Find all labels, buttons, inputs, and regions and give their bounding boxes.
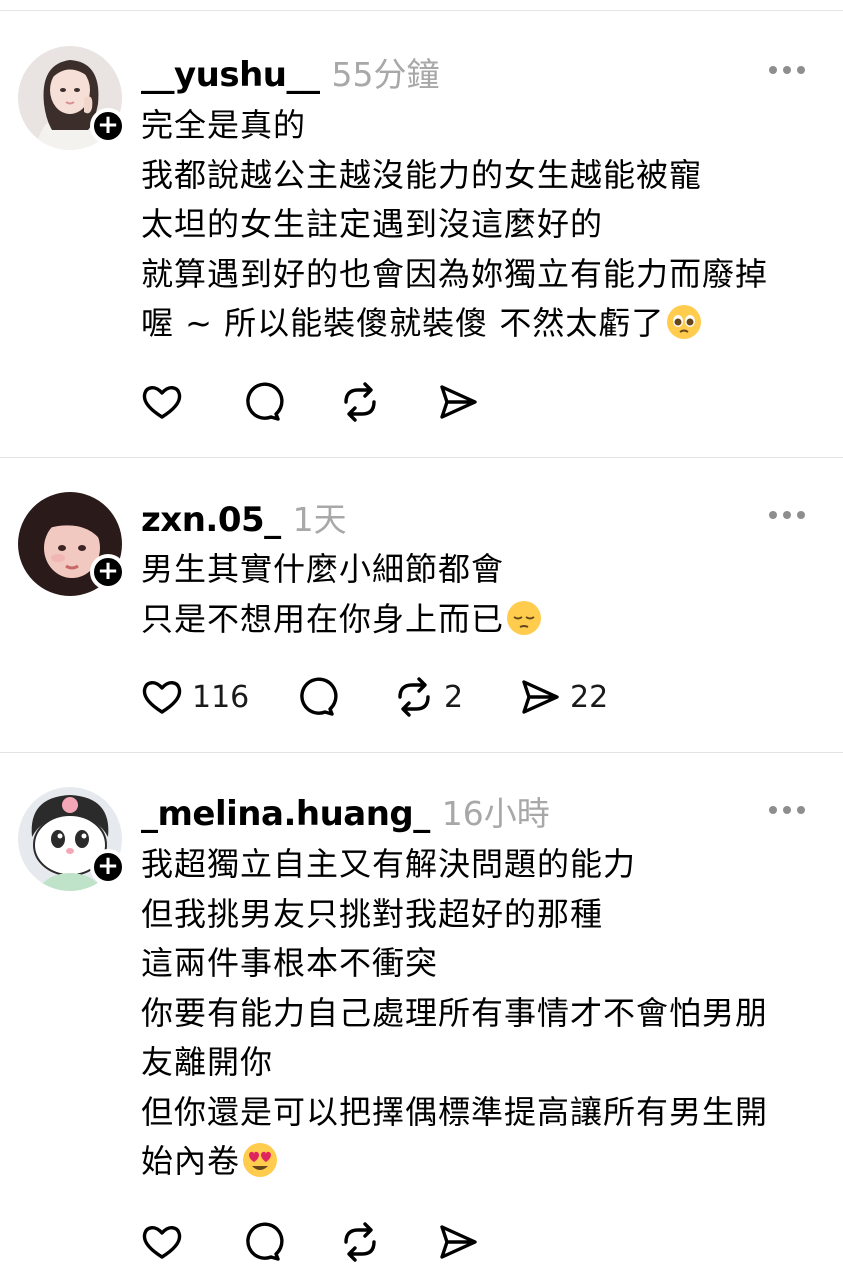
reply-button[interactable] [294, 673, 338, 721]
username[interactable]: zxn.05_ [141, 500, 281, 540]
text-line: 喔 ~ 所以能裝傻就裝傻 不然太虧了 [141, 304, 665, 342]
timestamp: 55分鐘 [331, 55, 440, 94]
text-line: 太坦的女生註定遇到沒這麼好的 [141, 205, 604, 243]
pleading-face-emoji [666, 304, 702, 355]
text-line: 這兩件事根本不衝突 [141, 944, 439, 982]
repost-button[interactable] [338, 378, 382, 426]
more-options-icon[interactable] [769, 510, 805, 520]
text-line: 你要有能力自己處理所有事情才不會怕男朋 [141, 993, 769, 1032]
share-count: 22 [570, 679, 609, 715]
share-button[interactable] [436, 1218, 480, 1266]
heart-icon [142, 681, 182, 714]
post-text: 完全是真的 我都說越公主越沒能力的女生越能被寵 太坦的女生註定遇到沒這麼好的 就… [141, 101, 821, 355]
top-divider [0, 0, 843, 11]
comment-bubble-icon [246, 1222, 284, 1261]
send-icon [522, 680, 559, 714]
pensive-face-emoji [506, 600, 542, 651]
like-button[interactable]: 116 [140, 673, 249, 721]
repost-button[interactable] [338, 1218, 382, 1266]
heart-icon [142, 1226, 182, 1259]
text-line: 完全是真的 [141, 106, 307, 144]
like-count: 116 [192, 679, 250, 715]
timestamp: 1天 [292, 500, 347, 539]
share-button[interactable] [436, 378, 480, 426]
comment-bubble-icon [300, 677, 338, 716]
text-line: 只是不想用在你身上而已 [141, 599, 505, 638]
post-header: _melina.huang_ 16小時 [141, 787, 550, 834]
text-line-with-emoji: 喔 ~ 所以能裝傻就裝傻 不然太虧了 [141, 299, 821, 355]
repost-count: 2 [444, 679, 464, 715]
comment-bubble-icon [246, 382, 284, 421]
follow-plus-icon[interactable]: + [90, 554, 126, 590]
like-button[interactable] [140, 1218, 184, 1266]
post-header: zxn.05_ 1天 [141, 493, 347, 540]
repost-icon [344, 1222, 376, 1262]
avatar-zxn[interactable]: + [18, 492, 126, 600]
text-line: 但你還是可以把擇偶標準提高讓所有男生開 [141, 1092, 769, 1131]
like-button[interactable] [140, 378, 184, 426]
send-icon [440, 1225, 477, 1259]
repost-button[interactable]: 2 [392, 673, 463, 721]
post-divider [0, 752, 843, 753]
text-line-with-emoji: 只是不想用在你身上而已 [141, 595, 821, 651]
username[interactable]: _melina.huang_ [141, 794, 430, 834]
post-header: __yushu__ 55分鐘 [141, 48, 440, 95]
post-text: 男生其實什麼小細節都會 只是不想用在你身上而已 [141, 545, 821, 650]
text-line: 始內卷 [141, 1142, 241, 1180]
reply-button[interactable] [240, 378, 284, 426]
share-button[interactable]: 22 [518, 673, 608, 721]
text-line: 我都說越公主越沒能力的女生越能被寵 [141, 155, 703, 194]
follow-plus-icon[interactable]: + [90, 108, 126, 144]
heart-icon [142, 386, 182, 419]
avatar-yushu[interactable]: + [18, 46, 126, 154]
repost-icon [398, 677, 430, 717]
post-divider [0, 457, 843, 458]
text-line: 但我挑男友只挑對我超好的那種 [141, 894, 604, 933]
follow-plus-icon[interactable]: + [90, 849, 126, 885]
username[interactable]: __yushu__ [141, 55, 320, 95]
post-text: 我超獨立自主又有解決問題的能力 但我挑男友只挑對我超好的那種 這兩件事根本不衝突… [141, 840, 821, 1193]
heart-eyes-emoji [242, 1142, 278, 1193]
timestamp: 16小時 [441, 794, 550, 833]
avatar-melina[interactable]: + [18, 787, 126, 895]
repost-icon [344, 382, 376, 422]
text-line: 男生其實什麼小細節都會 [141, 550, 505, 588]
text-line: 友離開你 [141, 1043, 274, 1081]
more-options-icon[interactable] [769, 65, 805, 75]
send-icon [440, 385, 477, 419]
text-line-with-emoji: 始內卷 [141, 1137, 821, 1193]
reply-button[interactable] [240, 1218, 284, 1266]
more-options-icon[interactable] [769, 805, 805, 815]
text-line: 我超獨立自主又有解決問題的能力 [141, 845, 637, 883]
text-line: 就算遇到好的也會因為妳獨立有能力而廢掉 [141, 254, 769, 293]
